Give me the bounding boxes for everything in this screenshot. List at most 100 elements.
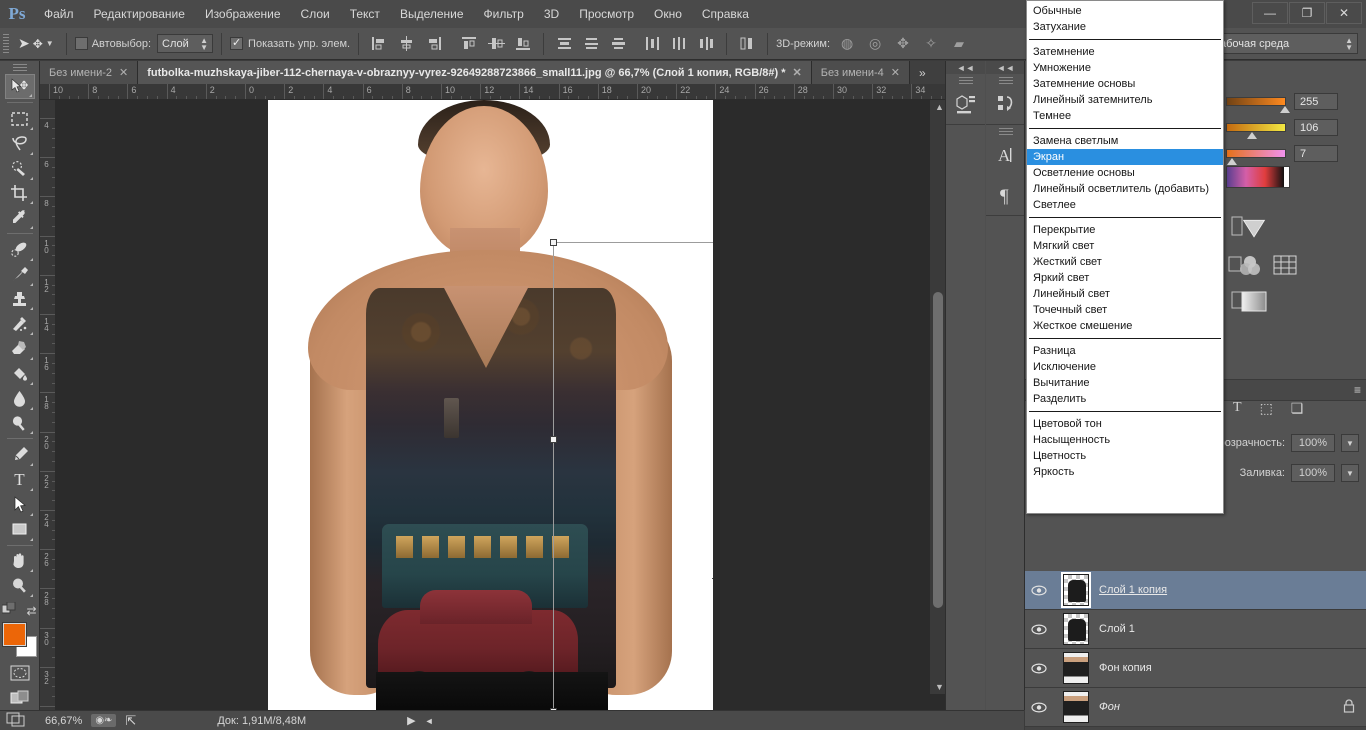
blend-mode-item[interactable]: Затухание [1027,19,1223,35]
layer-name-4[interactable]: Фон [1099,701,1343,713]
distribute-right-edges-icon[interactable] [694,33,718,55]
layer-row-2[interactable]: Слой 1 [1025,610,1366,649]
close-icon[interactable]: ✕ [793,66,802,79]
align-right-edges-icon[interactable] [421,33,445,55]
transform-center-point[interactable] [712,572,713,585]
duplicate-style-icon[interactable]: ❏ [1291,398,1304,418]
3d-rotate-icon[interactable]: ◍ [836,34,858,54]
default-colors-icon[interactable] [1,601,17,619]
close-icon[interactable]: ✕ [119,66,128,79]
auto-select-scope-dropdown[interactable]: Слой ▲ ▼ [157,34,214,53]
dock-grip[interactable] [998,77,1013,84]
document-artboard[interactable] [268,100,713,710]
align-top-edges-icon[interactable] [457,33,481,55]
blend-mode-item[interactable]: Перекрытие [1027,222,1223,238]
blend-mode-item[interactable]: Цветность [1027,448,1223,464]
lasso-tool[interactable] [5,131,35,156]
3d-pan-icon[interactable]: ✥ [892,34,914,54]
crop-tool[interactable] [5,181,35,206]
move-tool[interactable] [4,74,35,100]
distribute-vertical-centers-icon[interactable] [579,33,603,55]
blue-slider-track[interactable] [1226,149,1286,165]
distribute-top-edges-icon[interactable] [552,33,576,55]
swap-colors-icon[interactable]: ⇄ [26,604,36,618]
foreground-color-swatch[interactable] [1,622,27,648]
layer-row-3[interactable]: Фон копия [1025,649,1366,688]
blend-mode-item[interactable]: Разница [1027,343,1223,359]
hand-tool[interactable] [5,548,35,573]
minimize-button[interactable]: — [1252,2,1288,24]
gradient-map-adjustment-icon[interactable] [1241,289,1267,315]
dock-grip[interactable] [998,128,1013,135]
blend-mode-item[interactable]: Осветление основы [1027,165,1223,181]
camera-raw-status-icon[interactable]: ◉❧ [91,714,117,727]
fill-dropdown-icon[interactable]: ▼ [1341,464,1359,482]
menu-file[interactable]: Файл [34,0,84,28]
screen-mode-toggle[interactable] [5,685,35,710]
menu-filter[interactable]: Фильтр [474,0,534,28]
blend-mode-item[interactable]: Светлее [1027,197,1223,213]
layer-name-2[interactable]: Слой 1 [1099,623,1366,635]
red-slider-knob[interactable] [1280,106,1290,113]
eraser-tool[interactable] [5,336,35,361]
blend-mode-item[interactable]: Умножение [1027,60,1223,76]
chevron-down-icon[interactable]: ▼ [46,39,54,48]
layer-thumbnail[interactable] [1053,613,1099,645]
menu-3d[interactable]: 3D [534,0,569,28]
options-bar-grip[interactable] [3,33,9,54]
blend-mode-dropdown-menu[interactable]: Обычные Затухание Затемнение Умножение Затем… [1026,0,1224,514]
layer-name-1[interactable]: Слой 1 копия [1099,584,1366,596]
chevron-down-icon[interactable]: ▼ [935,682,944,692]
red-value[interactable]: 255 [1294,93,1338,110]
collapse-right-dock-button[interactable]: ◄◄ [986,61,1025,74]
blend-mode-item[interactable]: Исключение [1027,359,1223,375]
status-arrow-icon[interactable]: ◄ [425,716,434,726]
align-left-edges-icon[interactable] [367,33,391,55]
document-tab-2[interactable]: futbolka-muzhskaya-jiber-112-chernaya-v-… [138,61,812,84]
layer-visibility-toggle[interactable] [1025,701,1053,713]
blend-mode-item[interactable]: Линейный свет [1027,286,1223,302]
3d-roll-icon[interactable]: ◎ [864,34,886,54]
layer-thumbnail[interactable] [1053,572,1099,608]
blend-mode-item[interactable]: Затемнение основы [1027,76,1223,92]
panel-icon-3d[interactable] [946,84,985,124]
quick-selection-tool[interactable] [5,156,35,181]
panel-icon-actions[interactable] [986,84,1025,124]
layer-row-4[interactable]: Фон [1025,688,1366,727]
3d-slide-icon[interactable]: ✧ [920,34,942,54]
blend-mode-item[interactable]: Затемнение [1027,44,1223,60]
panel-icon-character[interactable]: A [986,135,1025,175]
fill-value[interactable]: 100% [1291,464,1335,482]
path-selection-tool[interactable] [5,492,35,517]
menu-layers[interactable]: Слои [291,0,340,28]
horizontal-type-tool[interactable]: T [5,467,35,492]
screen-mode-status-icon[interactable] [6,712,28,730]
color-balance-adjustment-icon[interactable] [1273,253,1299,279]
blend-mode-item[interactable]: Линейный осветлитель (добавить) [1027,181,1223,197]
green-slider-track[interactable] [1226,123,1286,139]
curves-adjustment-icon[interactable] [1241,216,1267,242]
blue-slider-knob[interactable] [1227,158,1237,165]
blend-mode-item[interactable]: Жесткое смешение [1027,318,1223,334]
document-tab-3[interactable]: Без имени-4 ✕ [811,61,911,84]
rectangle-tool[interactable] [5,517,35,542]
layer-visibility-toggle[interactable] [1025,623,1053,635]
blend-mode-item[interactable]: Насыщенность [1027,432,1223,448]
lock-icon[interactable] [1343,698,1355,716]
align-bottom-edges-icon[interactable] [511,33,535,55]
layer-visibility-toggle[interactable] [1025,662,1053,674]
blue-value[interactable]: 7 [1294,145,1338,162]
tab-overflow-button[interactable]: » [910,61,935,84]
tools-panel-grip[interactable] [12,64,27,73]
3d-camera-icon[interactable]: ▰ [948,34,970,54]
panel-icon-paragraph[interactable]: ¶ [986,175,1025,215]
opacity-value[interactable]: 100% [1291,434,1335,452]
blend-mode-item[interactable]: Разделить [1027,391,1223,407]
show-transform-checkbox[interactable]: ✓ [230,37,244,50]
menu-view[interactable]: Просмотр [569,0,644,28]
close-button[interactable]: ✕ [1326,2,1362,24]
canvas-vertical-scrollbar[interactable]: ▲ ▼ [929,100,945,694]
type-style-icon[interactable]: T [1233,398,1242,418]
hue-saturation-adjustment-icon[interactable] [1240,253,1266,279]
red-slider-track[interactable] [1226,97,1290,113]
